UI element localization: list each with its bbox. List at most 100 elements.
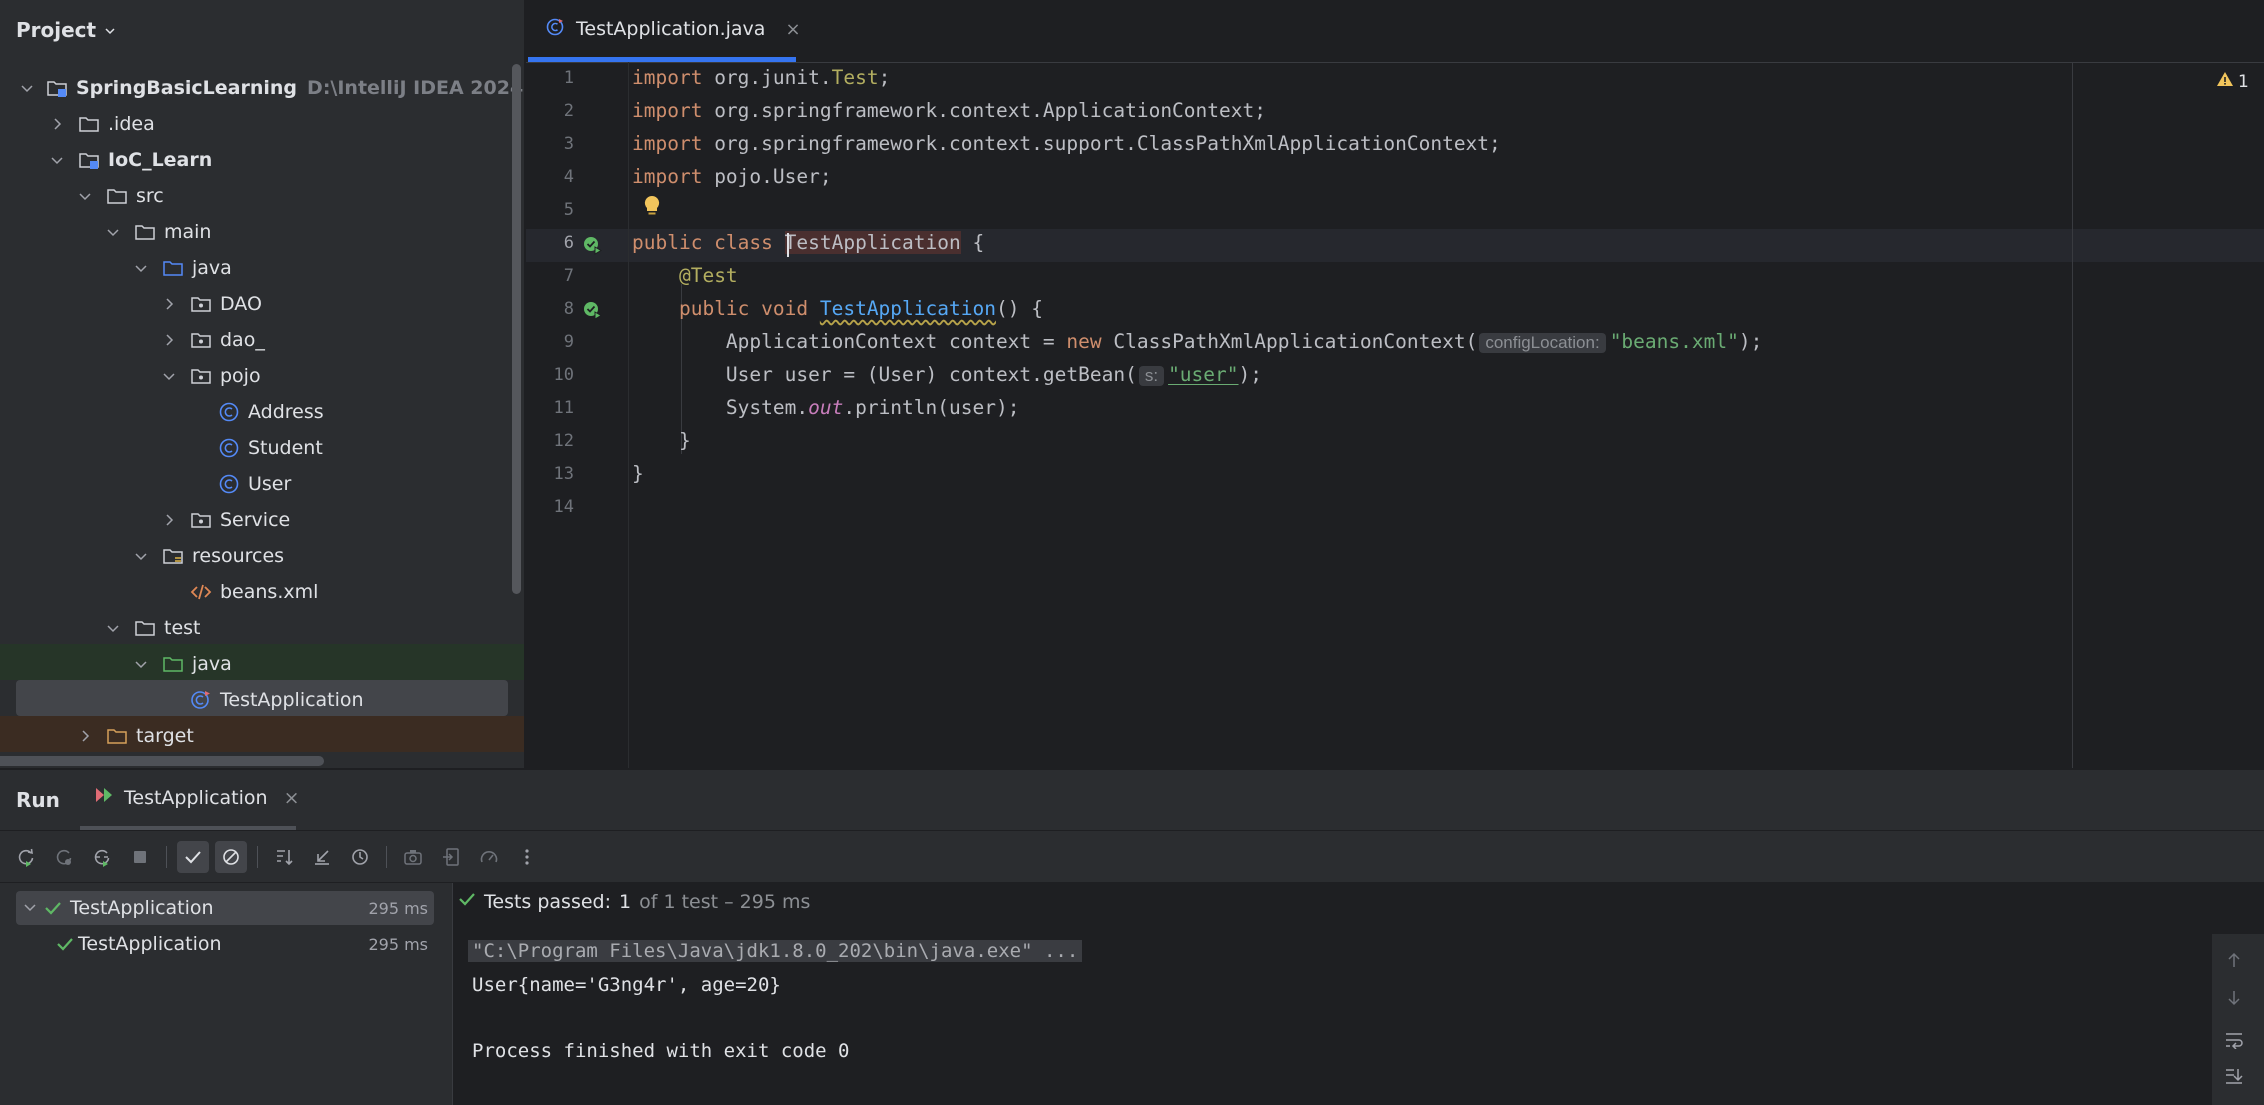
chevron-down-icon[interactable] [132,547,150,565]
chevron-down-icon[interactable] [160,367,178,385]
inspection-widget[interactable]: 1 [2216,70,2249,93]
close-icon[interactable]: × [284,787,300,809]
run-test-icon[interactable] [582,300,602,325]
test-duration: 295 ms [368,898,428,918]
code-line: System.out.println(user); [725,396,1020,419]
chevron-right-icon[interactable] [160,295,178,313]
toolbar-separator [166,846,167,868]
tree-item[interactable]: DAO [0,286,524,322]
history-icon[interactable] [344,841,376,873]
console-command-line[interactable]: "C:\Program Files\Java\jdk1.8.0_202\bin\… [468,940,1083,962]
tree-item-label: User [248,473,292,495]
tree-item[interactable]: beans.xml [0,574,524,610]
divider [0,830,2264,831]
tree-item[interactable]: IoC_Learn [0,142,524,178]
chevron-down-icon[interactable] [20,79,34,97]
project-horizontal-scrollbar[interactable] [0,756,324,766]
project-view-selector[interactable]: Project [16,18,116,42]
chevron-down-icon [104,18,116,42]
toggle-auto-test-icon[interactable] [86,841,118,873]
tree-item-label: Address [248,401,324,423]
close-icon[interactable]: × [785,19,800,40]
editor-tab[interactable]: TestApplication.java × [528,0,801,58]
soft-wrap-icon[interactable] [2222,1028,2246,1052]
tree-item[interactable]: pojo [0,358,524,394]
tree-item[interactable]: java [0,646,524,682]
tree-item[interactable]: Student [0,430,524,466]
tree-item[interactable]: resources [0,538,524,574]
chevron-right-icon[interactable] [76,727,94,745]
run-config-tab[interactable]: TestApplication × [94,786,300,809]
module-folder-icon [46,77,68,99]
line-number: 8 [563,299,574,319]
tree-item[interactable]: TestApplication [0,682,524,718]
arrow-down-icon[interactable] [2222,986,2246,1010]
gutter-separator [628,62,629,768]
tree-item-label: pojo [220,365,261,387]
rerun-failed-icon[interactable] [48,841,80,873]
line-number: 13 [553,464,574,484]
line-number: 14 [553,497,574,517]
parameter-hint: configLocation: [1479,333,1606,353]
tree-item[interactable]: SpringBasicLearning D:\IntelliJ IDEA 2024… [0,70,524,106]
camera-icon[interactable] [397,841,429,873]
coverage-icon[interactable] [473,841,505,873]
sort-icon[interactable] [268,841,300,873]
chevron-right-icon[interactable] [48,115,66,133]
run-toolbar [10,840,543,874]
more-options-icon[interactable] [511,841,543,873]
package-icon [190,509,212,531]
tree-item[interactable]: dao_ [0,322,524,358]
test-suite-row[interactable]: TestApplication 295 ms [16,891,434,925]
right-margin-guide [2072,62,2073,768]
test-case-row[interactable]: TestApplication 295 ms [16,927,434,961]
tree-item[interactable]: java [0,250,524,286]
tree-item[interactable]: target [0,718,524,754]
chevron-down-icon[interactable] [76,187,94,205]
chevron-down-icon[interactable] [104,619,122,637]
package-icon [190,329,212,351]
tree-item[interactable]: Address [0,394,524,430]
test-name: TestApplication [70,897,214,919]
tree-item[interactable]: .idea [0,106,524,142]
run-panel-title: Run [16,788,60,812]
module-folder-icon [78,149,100,171]
annotation: @Test [678,264,738,287]
chevron-right-icon[interactable] [160,331,178,349]
show-passed-icon[interactable] [177,841,209,873]
tree-item-label: IoC_Learn [108,149,213,171]
tree-item[interactable]: main [0,214,524,250]
code-line: import org.springframework.context.Appli… [632,99,1266,122]
tree-item-label: SpringBasicLearning [76,77,298,99]
test-class-icon [190,689,212,711]
folder-icon [134,221,156,243]
lightbulb-icon[interactable] [642,194,662,223]
resources-folder-icon [162,545,184,567]
chevron-down-icon[interactable] [48,151,66,169]
chevron-down-icon[interactable] [132,259,150,277]
tree-item-label: Service [220,509,291,531]
tree-item-label: src [136,185,164,207]
line-number: 6 [563,233,574,253]
stop-icon[interactable] [124,841,156,873]
chevron-right-icon[interactable] [160,511,178,529]
chevron-down-icon[interactable] [132,655,150,673]
show-ignored-icon[interactable] [215,841,247,873]
tree-item-label: Student [248,437,323,459]
collapse-all-icon[interactable] [306,841,338,873]
rerun-icon[interactable] [10,841,42,873]
import-tests-icon[interactable] [435,841,467,873]
tree-item[interactable]: Service [0,502,524,538]
scroll-to-end-icon[interactable] [2222,1064,2246,1088]
tree-item[interactable]: User [0,466,524,502]
tree-item[interactable]: test [0,610,524,646]
arrow-up-icon[interactable] [2222,948,2246,972]
project-vertical-scrollbar[interactable] [512,64,521,594]
tree-item[interactable]: src [0,178,524,214]
run-test-icon[interactable] [582,235,602,260]
chevron-down-icon[interactable] [104,223,122,241]
line-number: 9 [563,332,574,352]
